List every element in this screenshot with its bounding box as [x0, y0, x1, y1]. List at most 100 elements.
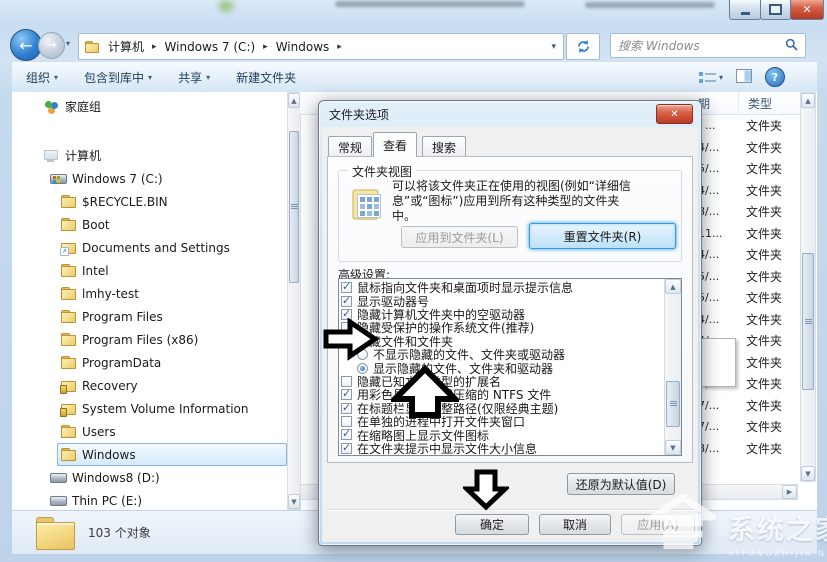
scroll-down-button[interactable]: ▼	[288, 494, 300, 509]
tree-item-label[interactable]: Program Files (x86)	[82, 333, 198, 347]
tree-item-label[interactable]: $RECYCLE.BIN	[82, 195, 168, 209]
column-header-type[interactable]: 类型	[740, 92, 806, 114]
restore-defaults-button[interactable]: 还原为默认值(D)	[567, 473, 675, 495]
scroll-down-button[interactable]: ▼	[665, 440, 681, 455]
forward-button[interactable]: →	[38, 32, 65, 59]
tree-item-label[interactable]: Boot	[82, 218, 110, 232]
refresh-button[interactable]	[566, 33, 600, 60]
setting-control[interactable]	[341, 443, 352, 454]
tree-item-label[interactable]: ProgramData	[82, 356, 161, 370]
tree-item-label[interactable]: Windows	[82, 448, 136, 462]
close-button[interactable]: ✕	[790, 0, 824, 20]
breadcrumb-item[interactable]: 计算机 ▸	[105, 34, 162, 59]
tree-item-label[interactable]: lmhy-test	[82, 287, 139, 301]
toolbar-item[interactable]: 共享 ▾	[178, 69, 210, 86]
tree-item[interactable]: Windows 7 (C:)	[14, 167, 287, 190]
tab-label[interactable]: 查看	[383, 137, 407, 154]
scrollbar-thumb[interactable]	[666, 381, 680, 427]
help-button[interactable]: ?	[765, 67, 785, 87]
breadcrumb-label[interactable]: Windows	[273, 40, 333, 54]
tree-item[interactable]: Boot	[14, 213, 287, 236]
tree-item-label[interactable]: Windows 7 (C:)	[72, 172, 163, 186]
toolbar-item-label[interactable]: 组织	[26, 69, 50, 86]
scroll-up-button[interactable]: ▲	[665, 279, 681, 294]
ok-button[interactable]: 确定	[455, 514, 529, 535]
tree-scrollbar[interactable]: ▲ ▼	[287, 92, 301, 510]
scroll-down-button[interactable]: ▼	[801, 466, 815, 481]
breadcrumb-label[interactable]: Windows 7 (C:)	[162, 40, 259, 54]
scrollbar-thumb[interactable]	[289, 131, 299, 283]
tree-item-label[interactable]: Documents and Settings	[82, 241, 230, 255]
tree-item[interactable]: Recovery	[14, 374, 287, 397]
apply-to-folders-button[interactable]: 应用到文件夹(L)	[401, 226, 518, 248]
toolbar-item-label[interactable]: 包含到库中	[84, 69, 144, 86]
tree-item[interactable]: Windows	[14, 443, 287, 466]
dialog-tab[interactable]: 常规	[328, 136, 372, 157]
minimize-button[interactable]	[729, 0, 761, 20]
tree-item[interactable]: Users	[14, 420, 287, 443]
tree-item[interactable]: Program Files (x86)	[14, 328, 287, 351]
breadcrumb-item[interactable]: Windows ▸	[273, 34, 347, 59]
tree-item[interactable]: Intel	[14, 259, 287, 282]
tree-item[interactable]: lmhy-test	[14, 282, 287, 305]
tree-item[interactable]: Thin PC (E:)	[14, 489, 287, 509]
apply-button[interactable]: 应用(A)	[621, 514, 695, 535]
cancel-button[interactable]: 取消	[539, 514, 611, 535]
setting-control[interactable]	[341, 403, 352, 414]
scroll-right-button[interactable]: ▶	[782, 485, 797, 499]
tree-item-label[interactable]: Users	[82, 425, 116, 439]
tree-item[interactable]: System Volume Information	[14, 397, 287, 420]
tree-item-label[interactable]: Windows8 (D:)	[72, 471, 160, 485]
scroll-up-button[interactable]: ▲	[801, 93, 815, 108]
search-input[interactable]: 搜索 Windows	[610, 33, 806, 58]
chevron-right-icon[interactable]: ▸	[332, 42, 347, 52]
setting-control[interactable]	[341, 429, 352, 440]
toolbar-item-label[interactable]: 共享	[178, 69, 202, 86]
address-bar[interactable]: 计算机 ▸ Windows 7 (C:) ▸ Windows ▸ ▾	[78, 33, 564, 60]
tree-item[interactable]: Windows8 (D:)	[14, 466, 287, 489]
reset-folders-button[interactable]: 重置文件夹(R)	[529, 223, 676, 249]
scroll-up-button[interactable]: ▲	[288, 93, 300, 108]
setting-control[interactable]	[341, 389, 352, 400]
setting-control[interactable]	[357, 363, 368, 374]
change-view-button[interactable]: ▾	[699, 71, 723, 84]
tree-item[interactable]: $RECYCLE.BIN	[14, 190, 287, 213]
tree-item[interactable]: ProgramData	[14, 351, 287, 374]
tree-item-label[interactable]: Intel	[82, 264, 109, 278]
tree-item-label[interactable]: Program Files	[82, 310, 163, 324]
dialog-tab[interactable]: 搜索	[422, 136, 466, 157]
toolbar-item[interactable]: 新建文件夹 ▾	[236, 69, 296, 86]
tree-item-label[interactable]: Recovery	[82, 379, 138, 393]
tree-item[interactable]: Documents and Settings	[14, 236, 287, 259]
tree-item-label[interactable]: 家庭组	[65, 98, 101, 115]
dialog-tab[interactable]: 查看	[373, 132, 417, 157]
tree-item[interactable]: 计算机	[14, 144, 287, 167]
recent-pages-dropdown[interactable]: ▾	[66, 39, 70, 48]
toolbar-item-label[interactable]: 新建文件夹	[236, 69, 296, 86]
dialog-close-button[interactable]: ✕	[656, 104, 693, 124]
setting-control[interactable]	[341, 376, 352, 387]
tree-item[interactable]: 家庭组	[14, 95, 287, 118]
setting-row[interactable]: 在文件夹提示中显示文件大小信息	[341, 442, 662, 455]
toolbar-item[interactable]: 包含到库中 ▾	[84, 69, 152, 86]
search-icon[interactable]	[785, 38, 798, 54]
tab-label[interactable]: 常规	[338, 139, 362, 156]
breadcrumb-label[interactable]: 计算机	[105, 38, 147, 55]
tab-label[interactable]: 搜索	[432, 139, 456, 156]
preview-pane-button[interactable]	[736, 69, 752, 86]
setting-control[interactable]	[341, 296, 352, 307]
tree-item[interactable]: Program Files	[14, 305, 287, 328]
scrollbar-thumb[interactable]	[802, 253, 814, 390]
maximize-button[interactable]	[760, 0, 791, 20]
address-dropdown-icon[interactable]: ▾	[544, 42, 563, 52]
vertical-scrollbar[interactable]: ▲ ▼	[800, 92, 816, 482]
tree-item-label[interactable]: Thin PC (E:)	[72, 494, 142, 508]
setting-control[interactable]	[341, 416, 352, 427]
chevron-right-icon[interactable]: ▸	[147, 42, 162, 52]
chevron-right-icon[interactable]: ▸	[258, 42, 273, 52]
tree-item-label[interactable]: 计算机	[65, 147, 101, 164]
tree-item-label[interactable]: System Volume Information	[82, 402, 248, 416]
toolbar-item[interactable]: 组织 ▾	[26, 69, 58, 86]
list-scrollbar[interactable]: ▲ ▼	[664, 279, 681, 455]
breadcrumb-item[interactable]: Windows 7 (C:) ▸	[162, 34, 273, 59]
